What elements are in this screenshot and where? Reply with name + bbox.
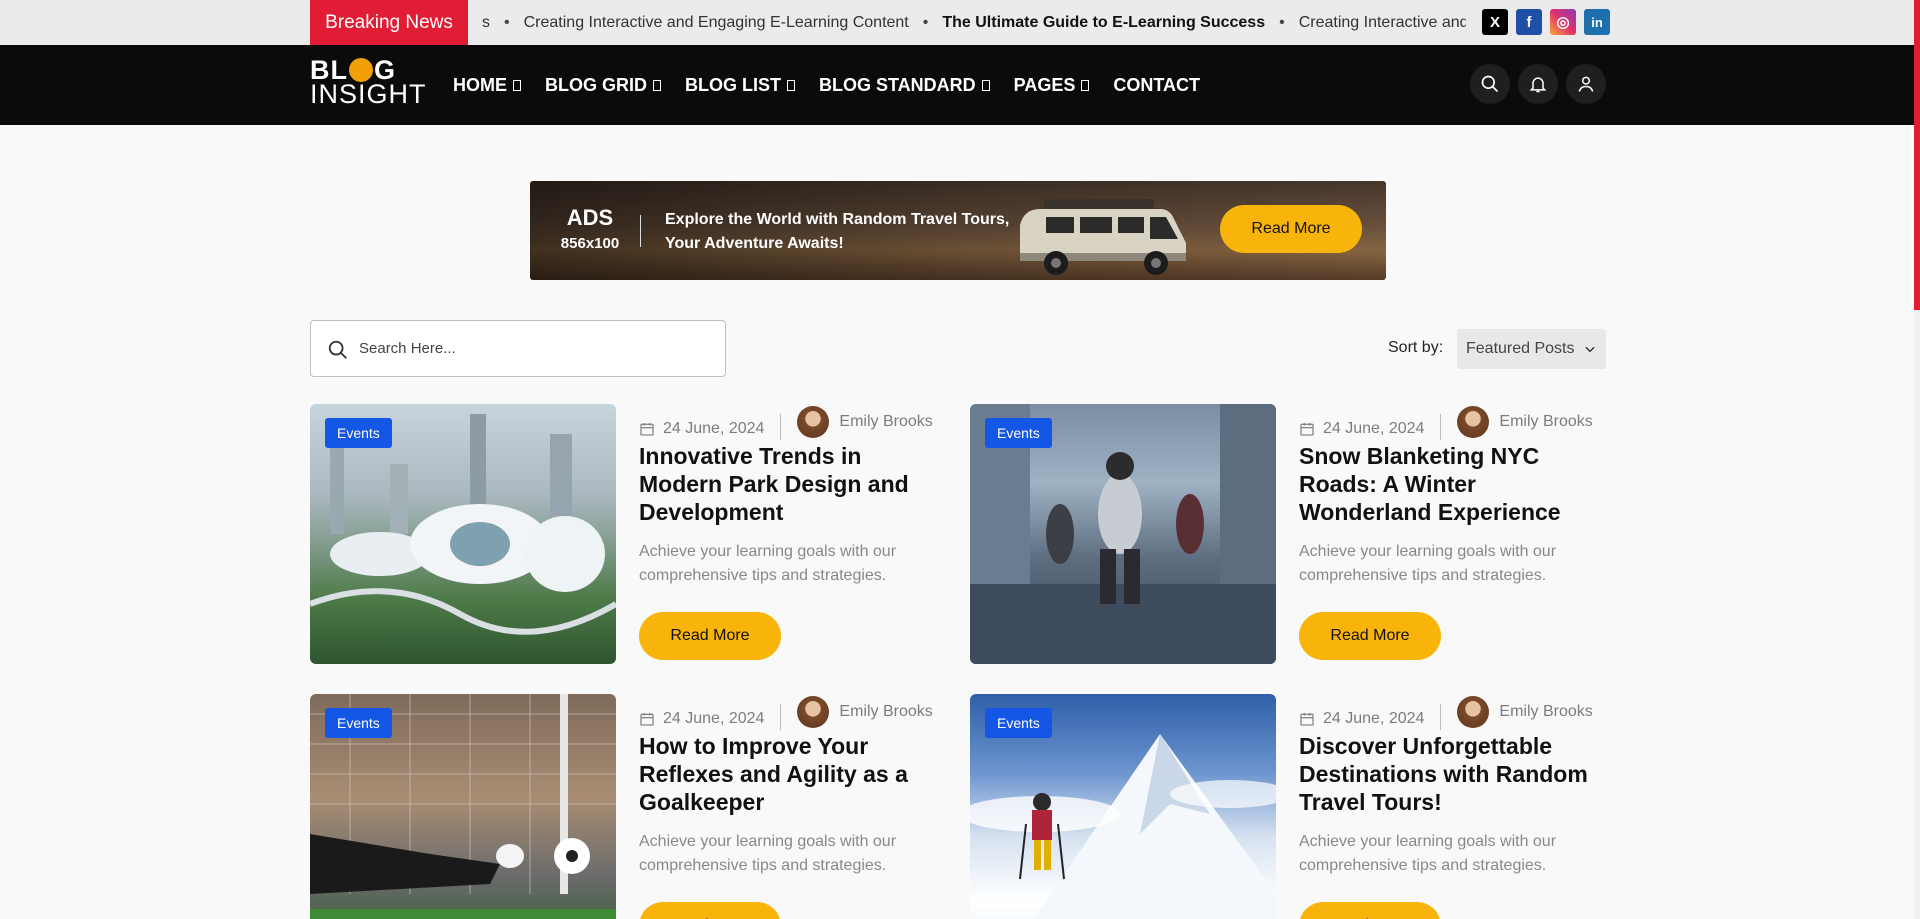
ticker-item[interactable]: s [482,14,490,32]
nav-item-home[interactable]: HOME [453,75,521,96]
user-account-button[interactable] [1566,64,1606,104]
post-author[interactable]: Emily Brooks [797,696,933,728]
avatar [1457,696,1490,728]
post-meta: 24 June, 2024 Emily Brooks [1299,404,1593,440]
sort-label: Sort by: [1388,339,1444,356]
ad-label: ADS [566,205,614,230]
search-box [310,320,726,377]
chevron-down-icon [1584,346,1595,353]
header-actions [1470,64,1606,104]
post-date: 24 June, 2024 [1323,420,1425,437]
post-author[interactable]: Emily Brooks [1457,406,1593,438]
post-author[interactable]: Emily Brooks [1457,696,1593,728]
ad-size-label: 856x100 [560,235,620,252]
nav-item-pages[interactable]: PAGES [1014,75,1090,96]
post-title[interactable]: Innovative Trends in Modern Park Design … [639,442,949,526]
read-more-button[interactable]: Read More [639,902,781,919]
avatar [797,696,830,728]
post-excerpt: Achieve your learning goals with our com… [1299,833,1557,874]
user-icon [1578,76,1594,92]
dropdown-caret-icon [513,79,521,91]
nav-item-blog-grid[interactable]: BLOG GRID [545,75,661,96]
social-links: X f ◎ in [1482,9,1610,35]
post-date: 24 June, 2024 [663,710,765,727]
post-meta: 24 June, 2024 Emily Brooks [639,694,933,730]
post-title[interactable]: Discover Unforgettable Destinations with… [1299,732,1609,816]
ad-read-more-button[interactable]: Read More [1220,205,1362,253]
scrollbar-thumb[interactable] [1914,0,1920,310]
dropdown-caret-icon [1081,79,1090,91]
category-badge[interactable]: Events [985,418,1052,448]
avatar [1457,406,1490,438]
read-more-button[interactable]: Read More [1299,612,1441,660]
instagram-icon[interactable]: ◎ [1550,9,1576,35]
ad-text: Explore the World with Random Travel Tou… [665,211,1010,252]
nav-item-contact[interactable]: CONTACT [1113,75,1200,96]
search-button[interactable] [1470,64,1510,104]
calendar-icon [1300,423,1314,436]
post-card: Events 24 June, 2024 Emily Brooks Innova… [310,404,950,664]
search-icon [328,340,347,359]
avatar [797,406,830,438]
dropdown-caret-icon [981,79,990,91]
post-card: Events 24 June, 2024 Emily Brooks Snow B… [970,404,1610,664]
sort-dropdown[interactable]: Featured Posts [1457,329,1606,369]
post-excerpt: Achieve your learning goals with our com… [639,543,897,584]
globe-icon [349,58,373,82]
category-badge[interactable]: Events [325,708,392,738]
post-meta: 24 June, 2024 Emily Brooks [639,404,933,440]
primary-nav: HOME BLOG GRID BLOG LIST BLOG STANDARD P… [453,45,1200,125]
sort-selected-value: Featured Posts [1466,340,1575,357]
post-author[interactable]: Emily Brooks [797,406,933,438]
read-more-button[interactable]: Read More [1299,902,1441,919]
nav-item-blog-list[interactable]: BLOG LIST [685,75,795,96]
site-logo[interactable]: BL G INSIGHT [310,57,427,108]
post-date: 24 June, 2024 [663,420,765,437]
post-image[interactable]: Events [310,404,616,664]
dropdown-caret-icon [653,79,661,91]
post-card: Events 24 June, 2024 Emily Brooks How to… [310,694,950,919]
post-image[interactable]: Events [310,694,616,919]
bell-icon [1529,77,1547,93]
post-title[interactable]: Snow Blanketing NYC Roads: A Winter Wond… [1299,442,1609,526]
post-date: 24 June, 2024 [1323,710,1425,727]
post-excerpt: Achieve your learning goals with our com… [639,833,897,874]
post-image[interactable]: Events [970,404,1276,664]
facebook-icon[interactable]: f [1516,9,1542,35]
x-icon[interactable]: X [1482,9,1508,35]
ad-banner[interactable]: ADS 856x100 Explore the World with Rando… [530,181,1386,280]
calendar-icon [640,423,654,436]
calendar-icon [640,713,654,726]
camper-van-image [1020,199,1186,275]
nav-item-blog-standard[interactable]: BLOG STANDARD [819,75,990,96]
post-card: Events 24 June, 2024 Emily Brooks Discov… [970,694,1610,919]
dropdown-caret-icon [787,79,795,91]
news-ticker[interactable]: s • Creating Interactive and Engaging E-… [482,0,1466,45]
notifications-button[interactable] [1518,64,1558,104]
ticker-item[interactable]: The Ultimate Guide to E-Learning Success [942,14,1265,32]
category-badge[interactable]: Events [325,418,392,448]
ad-divider [640,215,641,247]
post-title[interactable]: How to Improve Your Reflexes and Agility… [639,732,949,816]
search-icon [1481,75,1499,93]
post-excerpt: Achieve your learning goals with our com… [1299,543,1557,584]
breaking-news-bar: Breaking News s • Creating Interactive a… [0,0,1920,45]
search-input[interactable] [359,340,699,357]
calendar-icon [1300,713,1314,726]
ticker-item[interactable]: Creating Interactive and Eng [1299,14,1466,32]
linkedin-icon[interactable]: in [1584,9,1610,35]
breaking-news-label: Breaking News [310,0,468,45]
ticker-item[interactable]: Creating Interactive and Engaging E-Lear… [524,14,909,32]
post-meta: 24 June, 2024 Emily Brooks [1299,694,1593,730]
post-image[interactable]: Events [970,694,1276,919]
read-more-button[interactable]: Read More [639,612,781,660]
category-badge[interactable]: Events [985,708,1052,738]
